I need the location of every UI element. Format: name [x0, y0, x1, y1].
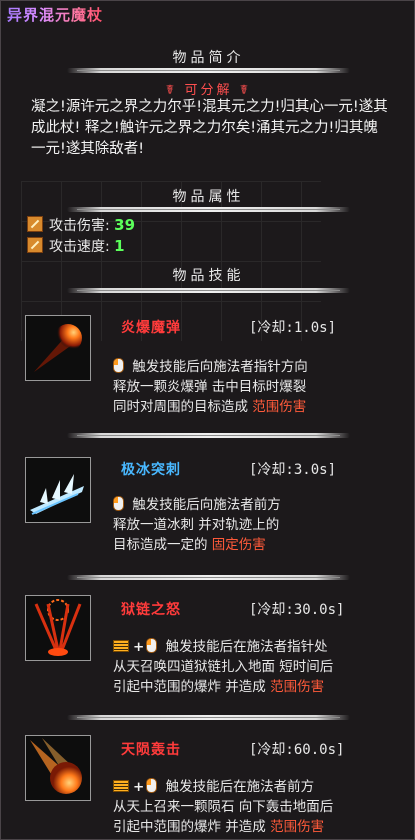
- stat-value: 1: [114, 237, 125, 255]
- fireball-icon: [25, 315, 91, 381]
- mouse-icon: [146, 638, 158, 653]
- skill-description: 触发技能后向施法者前方 释放一道冰刺 并对轨迹上的 目标造成一定的 固定伤害: [113, 495, 413, 555]
- stat-label: 攻击速度:: [49, 239, 110, 255]
- damage-type: 固定伤害: [211, 537, 266, 553]
- section-intro-heading: 物品简介: [172, 50, 245, 66]
- divider: [67, 433, 350, 438]
- skill-cooldown: [冷却:1.0s]: [249, 320, 337, 336]
- ice-spike-icon: [25, 457, 91, 523]
- skill-description: + 触发技能后在施法者指针处 从天召唤四道狱链扎入地面 短时间后 引起中范围的爆…: [113, 637, 413, 697]
- stat-value: 39: [114, 216, 136, 234]
- damage-type: 范围伤害: [270, 679, 325, 695]
- skill-desc-line: 触发技能后向施法者指针方向: [132, 359, 308, 375]
- item-tooltip-panel: 异界混元魔杖 物品简介 ☤ 可分解 ☤ 凝之!源许元之界之力尔乎!混其元之力!归…: [0, 0, 415, 840]
- divider: [67, 68, 350, 73]
- stat-attack-speed: 攻击速度: 1: [27, 236, 125, 256]
- item-description: 凝之!源许元之界之力尔乎!混其元之力!归其心一元!遂其成此杖! 释之!触许元之界…: [31, 99, 388, 157]
- divider: [67, 715, 350, 720]
- stat-attack-damage: 攻击伤害: 39: [27, 215, 135, 235]
- skill-cooldown: [冷却:30.0s]: [249, 602, 345, 618]
- damage-type: 范围伤害: [270, 819, 325, 835]
- sword-icon: [27, 216, 43, 232]
- keyboard-icon: [113, 640, 129, 652]
- skill-desc-line: 触发技能后向施法者前方: [132, 497, 281, 513]
- damage-type: 范围伤害: [252, 399, 307, 415]
- skill-name: 狱链之怒: [121, 602, 181, 618]
- skill-desc-line: 释放一道冰刺 并对轨迹上的: [113, 517, 280, 533]
- skill-desc-line: 释放一颗炎爆弹 击中目标时爆裂: [113, 379, 307, 395]
- skill-desc-line: 引起中范围的爆炸 并造成: [113, 679, 266, 695]
- skill-name: 天陨轰击: [121, 742, 181, 758]
- skill-name: 炎爆魔弹: [121, 320, 181, 336]
- skill-name: 极冰突刺: [121, 462, 181, 478]
- skill-desc-line: 从天上召来一颗陨石 向下轰击地面后: [113, 799, 334, 815]
- skill-cooldown: [冷却:3.0s]: [249, 462, 337, 478]
- speed-icon: [27, 237, 43, 253]
- decomposable-label: ☤ 可分解 ☤: [165, 83, 252, 98]
- mouse-icon: [113, 496, 124, 511]
- stat-label: 攻击伤害:: [49, 218, 110, 234]
- skill-desc-line: 目标造成一定的: [113, 537, 208, 553]
- skill-desc-line: 从天召唤四道狱链扎入地面 短时间后: [113, 659, 334, 675]
- divider: [67, 575, 350, 580]
- skill-desc-line: 引起中范围的爆炸 并造成: [113, 819, 266, 835]
- plus-sign: +: [133, 639, 145, 655]
- item-title: 异界混元魔杖: [7, 6, 104, 24]
- skill-desc-line: 同时对周围的目标造成: [113, 399, 248, 415]
- meteor-icon: [25, 735, 91, 801]
- skill-desc-line: 触发技能后在施法者指针处: [165, 639, 328, 655]
- section-attributes-heading: 物品属性: [172, 189, 245, 205]
- skill-description: 触发技能后向施法者指针方向 释放一颗炎爆弹 击中目标时爆裂 同时对周围的目标造成…: [113, 357, 413, 417]
- keyboard-icon: [113, 780, 129, 792]
- hell-chain-icon: [25, 595, 91, 661]
- skill-desc-line: 触发技能后在施法者前方: [165, 779, 315, 795]
- skill-description: + 触发技能后在施法者前方 从天上召来一颗陨石 向下轰击地面后 引起中范围的爆炸…: [113, 777, 413, 837]
- plus-sign: +: [133, 779, 145, 795]
- mouse-icon: [113, 358, 124, 373]
- mouse-icon: [146, 778, 158, 793]
- divider: [67, 207, 350, 212]
- divider: [67, 288, 350, 293]
- skill-cooldown: [冷却:60.0s]: [249, 742, 345, 758]
- section-skills-heading: 物品技能: [172, 268, 245, 284]
